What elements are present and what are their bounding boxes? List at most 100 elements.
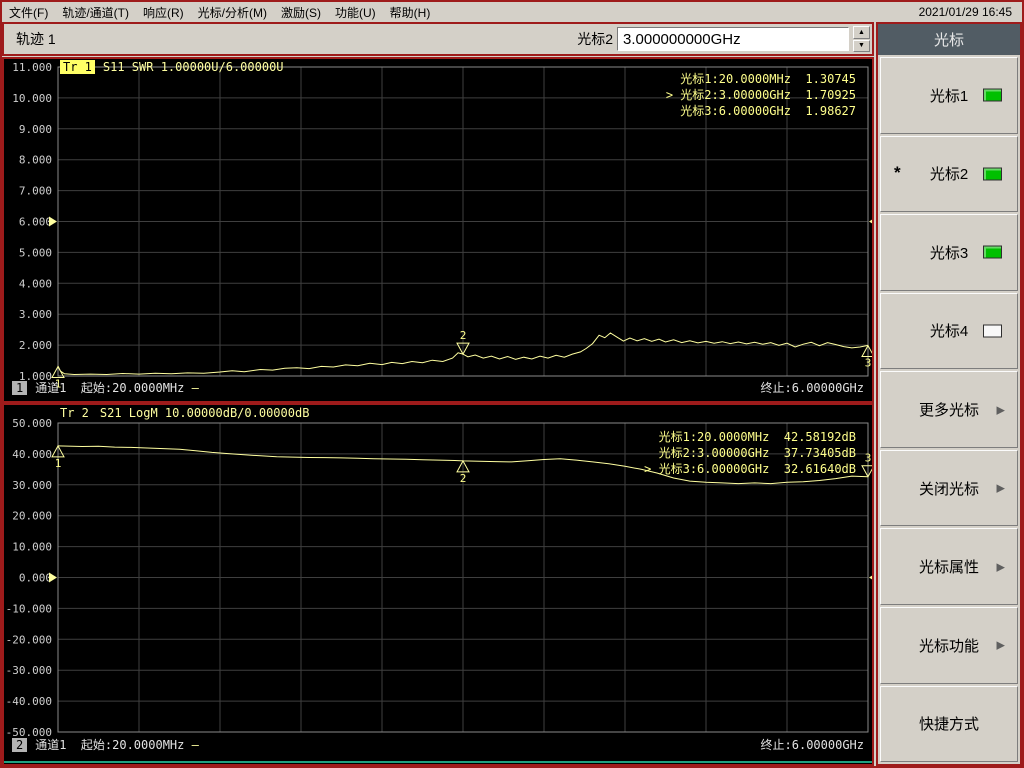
sidebar-button-label: 光标功能 [918,637,979,655]
submenu-arrow-icon: ▶ [996,639,1005,652]
y-tick-label: 0.000 [19,572,52,585]
channel-number-badge: 1 [12,381,28,395]
svg-text:2: 2 [460,329,467,342]
led-indicator-icon [983,245,1002,259]
stepper-up-button[interactable]: ▲ [853,26,870,39]
active-marker-asterisk: * [894,162,901,182]
sidebar-button-6[interactable]: 光标属性 ▶ [880,528,1018,605]
ref-level-arrow-right-icon [869,575,872,580]
sidebar-button-label: 光标4 [929,323,969,341]
marker-frequency-input[interactable] [617,27,849,51]
menu-item-5[interactable]: 功能(U) [328,4,383,21]
sidebar-button-label: 更多光标 [918,402,979,420]
menu-item-1[interactable]: 轨迹/通道(T) [55,4,136,21]
trace-title[interactable]: Tr 2 S21 LogM 10.00000dB/0.00000dB [60,406,309,420]
trace-format-label: S11 SWR 1.00000U/6.00000U [102,60,284,74]
channel-start-label: 通道1 起始:20.0000MHz [35,738,192,752]
sidebar-buttons: 光标1 * 光标2 光标3 光标4 更多光标 ▶ 关闭光标 ▶ 光标属性 ▶ 光标功能 ▶ 快捷方式 [878,55,1020,764]
ref-level-arrow-left-icon [49,216,57,227]
vna-window: 文件(F) 轨迹/通道(T) 响应(R) 光标/分析(M) 激励(S) 功能(U) 帮助(H… [0,0,1024,768]
sidebar-button-7[interactable]: 光标功能 ▶ [880,606,1018,684]
marker-readouts: 光标1:20.0000MHz 1.30745 > 光标2:3.00000GHz 1… [666,71,856,119]
y-tick-label: 10.000 [12,541,52,554]
marker-entry-group: 光标2 ▲ ▼ [577,26,872,52]
channel-stop-label: 终止:6.00000GHz [760,738,864,752]
y-tick-label: 20.000 [12,510,52,523]
y-tick-label: 3.000 [19,308,52,321]
marker-readout: 光标3:6.00000GHz 1.98627 [680,104,856,118]
sidebar-button-label: 快捷方式 [918,716,979,734]
marker-entry-label: 光标2 [577,31,613,47]
marker-readout: 光标1:20.0000MHz 42.58192dB [658,430,856,444]
trace-format-label: S21 LogM 10.00000dB/0.00000dB [99,406,310,420]
led-indicator-icon [983,324,1002,338]
channel-bar: 1 通道1 起始:20.0000MHz — 终止:6.00000GHz [12,379,866,396]
marker-readout: > 光标2:3.00000GHz 1.70925 [665,88,856,102]
submenu-arrow-icon: ▶ [996,482,1005,495]
y-tick-label: 9.000 [19,123,52,136]
y-tick-label: 7.000 [19,185,52,198]
marker-handle-3[interactable]: 3 [861,452,872,478]
marker-handle-3[interactable]: 3 [861,344,872,370]
y-tick-label: 30.000 [12,479,52,492]
y-tick-label: 6.000 [19,216,52,229]
menubar: 文件(F) 轨迹/通道(T) 响应(R) 光标/分析(M) 激励(S) 功能(U) 帮助(H… [2,2,1022,22]
sidebar-button-label: 关闭光标 [918,480,979,498]
chart-panel-tr2: 50.000 40.000 30.000 20.000 10.000 0.000 -10.0… [2,403,874,766]
menu-item-2[interactable]: 响应(R) [136,4,191,21]
svg-text:1: 1 [55,457,62,470]
y-tick-label: 2.000 [19,339,52,352]
menu-item-4[interactable]: 激励(S) [274,4,328,21]
y-tick-label: 11.000 [12,61,52,74]
svg-text:3: 3 [865,452,872,465]
menu-item-6[interactable]: 帮助(H) [383,4,438,21]
marker-readout: 光标2:3.00000GHz 37.73405dB [658,446,856,460]
menubar-items: 文件(F) 轨迹/通道(T) 响应(R) 光标/分析(M) 激励(S) 功能(U) 帮助(H… [2,4,437,21]
sidebar-button-3[interactable]: 光标4 [880,292,1018,370]
sidebar-button-4[interactable]: 更多光标 ▶ [880,371,1018,448]
sidebar-button-0[interactable]: 光标1 [880,57,1018,134]
menu-item-3[interactable]: 光标/分析(M) [191,4,274,21]
sweep-indicator-dash: — [191,381,199,395]
led-indicator-icon [983,167,1002,181]
y-tick-label: 5.000 [19,246,52,259]
channel-stop-label: 终止:6.00000GHz [760,381,864,395]
led-indicator-icon [983,88,1002,102]
sidebar-button-label: 光标1 [929,87,969,105]
marker-frequency-stepper: ▲ ▼ [853,26,870,52]
trace-badge: Tr 1 [60,60,95,74]
active-trace-label: 轨迹 1 [16,31,56,47]
y-tick-label: 50.000 [12,417,52,430]
ref-level-arrow-right-icon [869,219,872,224]
channel-start-label: 通道1 起始:20.0000MHz [35,381,192,395]
y-tick-label: -10.000 [6,602,52,615]
sidebar-button-1[interactable]: * 光标2 [880,135,1018,213]
sweep-progress-line [4,761,872,763]
sidebar-marker-menu: 光标 光标1 * 光标2 光标3 光标4 更多光标 ▶ 关闭光标 ▶ 光标属性 ▶ 光标功能 ▶ 快捷方式 [876,22,1022,766]
channel-bar: 2 通道1 起始:20.0000MHz — 终止:6.00000GHz [12,736,866,753]
menu-item-0[interactable]: 文件(F) [2,4,55,21]
svg-text:2: 2 [460,472,467,485]
sidebar-button-label: 光标2 [929,166,969,184]
y-tick-label: -40.000 [6,695,52,708]
y-tick-label: 4.000 [19,277,52,290]
svg-text:3: 3 [865,357,872,370]
sidebar-button-8[interactable]: 快捷方式 [880,685,1018,763]
chart-panel-tr1: 11.000 10.000 9.000 8.000 7.000 6.000 5.000 4.0… [2,57,874,403]
sidebar-button-2[interactable]: 光标3 [880,214,1018,291]
trace-badge: Tr 2 [60,406,89,420]
sidebar-button-label: 光标3 [929,244,969,262]
y-tick-label: 8.000 [19,154,52,167]
marker-readouts: 光标1:20.0000MHz 42.58192dB 光标2:3.00000GHz … [644,429,856,477]
marker-readout: 光标1:20.0000MHz 1.30745 [680,72,856,86]
sidebar-button-5[interactable]: 关闭光标 ▶ [880,449,1018,527]
submenu-arrow-icon: ▶ [996,404,1005,417]
stepper-down-button[interactable]: ▼ [853,39,870,52]
sidebar-header: 光标 [878,24,1020,55]
y-tick-label: 10.000 [12,92,52,105]
submenu-arrow-icon: ▶ [996,561,1005,574]
marker-readout: > 光标3:6.00000GHz 32.61640dB [644,462,856,476]
channel-number-badge: 2 [12,738,28,752]
sidebar-button-label: 光标属性 [918,559,979,577]
trace-title[interactable]: Tr 1 S11 SWR 1.00000U/6.00000U [60,60,284,74]
